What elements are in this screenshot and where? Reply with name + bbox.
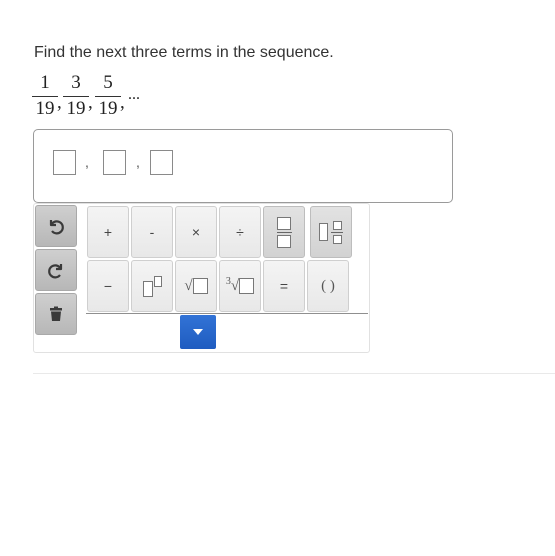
sequence-ellipsis: ... [128, 86, 140, 103]
negative-icon: − [103, 278, 113, 294]
redo-icon [48, 264, 63, 279]
square-root-icon: √ [184, 278, 208, 295]
plus-key[interactable]: + [87, 206, 129, 258]
trash-icon [50, 306, 62, 321]
mixed-number-icon [319, 220, 343, 244]
fraction-term-2: 3 19 [63, 72, 89, 119]
math-palette: + - × ÷ − √ 3 √ = () [33, 203, 370, 353]
negative-key[interactable]: − [87, 260, 129, 312]
equals-key[interactable]: = [263, 260, 305, 312]
exponent-key[interactable] [131, 260, 173, 312]
answer-slot-2[interactable] [103, 150, 126, 175]
fraction-key[interactable] [263, 206, 305, 258]
minus-key[interactable]: - [131, 206, 173, 258]
fraction-numerator: 5 [103, 72, 113, 93]
parentheses-icon: ( ) [321, 277, 335, 294]
fraction-numerator: 3 [71, 72, 81, 93]
redo-button[interactable] [35, 249, 77, 291]
exponent-icon [142, 275, 162, 297]
times-icon: × [191, 224, 201, 240]
cube-root-key[interactable]: 3 √ [219, 260, 261, 312]
mixed-number-key[interactable] [310, 206, 352, 258]
fraction-term-3: 5 19 [95, 72, 121, 119]
divide-key[interactable]: ÷ [219, 206, 261, 258]
answer-slot-1[interactable] [53, 150, 76, 175]
parentheses-key[interactable]: ( ) [307, 260, 349, 312]
sequence-comma: , [120, 92, 125, 113]
fraction-template-icon [276, 216, 292, 248]
answer-slot-3[interactable] [150, 150, 173, 175]
fraction-denominator: 19 [98, 98, 118, 119]
question-prompt: Find the next three terms in the sequenc… [34, 44, 334, 61]
clear-button[interactable] [35, 293, 77, 335]
divide-icon: ÷ [236, 224, 244, 240]
times-key[interactable]: × [175, 206, 217, 258]
plus-icon: + [103, 224, 113, 240]
fraction-denominator: 19 [66, 98, 86, 119]
fraction-denominator: 19 [35, 98, 55, 119]
sequence-comma: , [57, 92, 62, 113]
sequence-comma: , [88, 92, 93, 113]
undo-icon [49, 220, 64, 235]
caret-down-icon [193, 329, 203, 335]
minus-icon: - [149, 224, 155, 240]
fraction-term-1: 1 19 [32, 72, 58, 119]
page-divider [33, 373, 555, 374]
answer-comma: , [136, 154, 140, 170]
expand-palette-button[interactable] [180, 315, 216, 349]
answer-input-area[interactable]: , , [33, 129, 453, 203]
palette-divider [86, 313, 368, 314]
square-root-key[interactable]: √ [175, 260, 217, 312]
undo-button[interactable] [35, 205, 77, 247]
equals-icon: = [279, 278, 289, 294]
answer-comma: , [85, 154, 89, 170]
fraction-numerator: 1 [40, 72, 50, 93]
cube-root-icon: 3 √ [226, 276, 255, 295]
